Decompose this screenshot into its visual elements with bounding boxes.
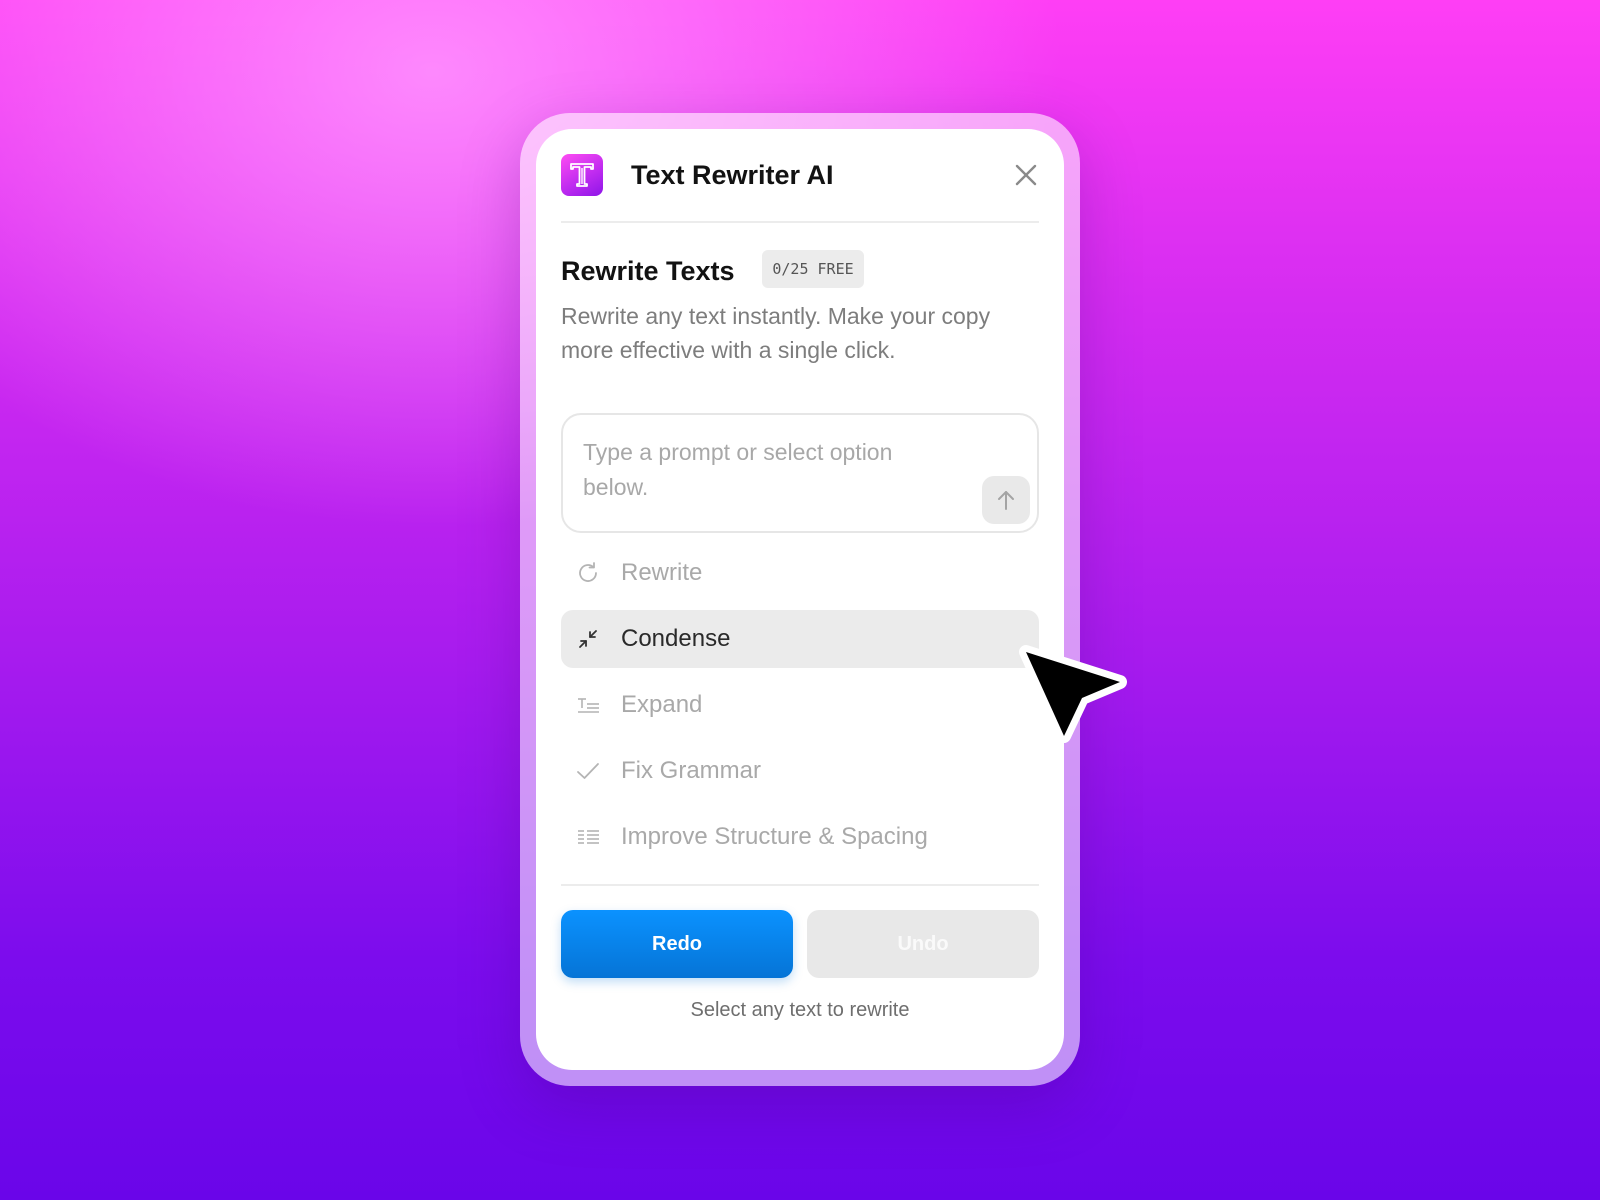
align-lines-icon <box>574 823 602 851</box>
option-label: Rewrite <box>621 559 703 586</box>
arrow-up-icon <box>998 491 1014 510</box>
close-icon <box>1015 164 1037 186</box>
send-button[interactable] <box>982 476 1030 524</box>
cursor-pointer-icon <box>1019 645 1127 743</box>
text-expand-icon <box>574 691 602 719</box>
letter-t-logo-icon <box>561 154 603 196</box>
collapse-arrows-icon <box>574 625 602 653</box>
option-expand[interactable]: Expand <box>561 676 1039 734</box>
footer-divider <box>561 884 1039 886</box>
prompt-box <box>561 413 1039 533</box>
option-label: Expand <box>621 691 703 718</box>
check-icon <box>574 757 602 785</box>
close-button[interactable] <box>1013 162 1039 188</box>
section-description: Rewrite any text instantly. Make your co… <box>561 303 991 363</box>
option-condense[interactable]: Condense <box>561 610 1039 668</box>
header-divider <box>561 221 1039 223</box>
panel-header: Text Rewriter AI <box>561 154 1039 222</box>
redo-button[interactable]: Redo <box>561 910 793 978</box>
option-improve-structure[interactable]: Improve Structure & Spacing <box>561 808 1039 866</box>
usage-badge: 0/25 FREE <box>762 250 864 288</box>
app-title: Text Rewriter AI <box>631 160 834 190</box>
option-list: Rewrite Condense Expand Fix Grammar Impr… <box>561 544 1039 874</box>
prompt-input[interactable] <box>581 433 965 517</box>
footer-hint: Select any text to rewrite <box>690 999 910 1021</box>
section-title: Rewrite Texts <box>561 256 735 286</box>
refresh-icon <box>574 559 602 587</box>
rewriter-panel: Text Rewriter AI Rewrite Texts 0/25 FREE… <box>536 129 1064 1070</box>
option-label: Fix Grammar <box>621 757 761 784</box>
undo-button[interactable]: Undo <box>807 910 1039 978</box>
option-fix-grammar[interactable]: Fix Grammar <box>561 742 1039 800</box>
option-label: Condense <box>621 625 731 652</box>
option-label: Improve Structure & Spacing <box>621 823 928 850</box>
option-rewrite[interactable]: Rewrite <box>561 544 1039 602</box>
